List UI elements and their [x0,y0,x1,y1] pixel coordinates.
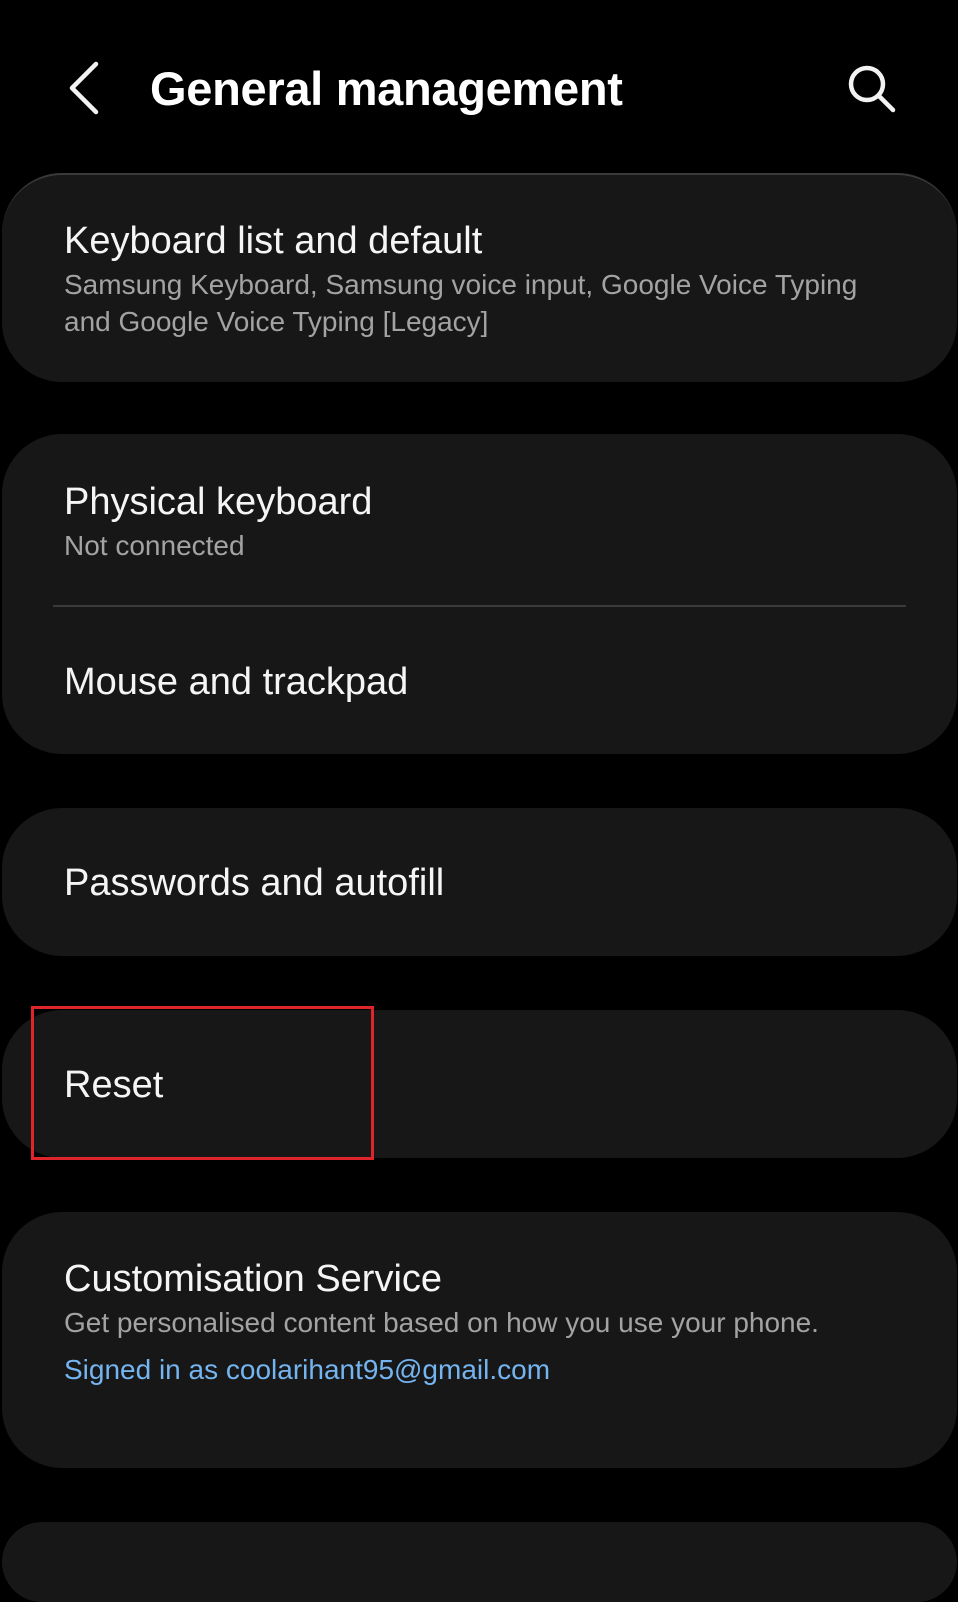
item-title: Keyboard list and default [64,220,483,262]
physical-keyboard-text: Physical keyboard Not connected [64,479,901,564]
item-title: Passwords and autofill [64,862,445,904]
chevron-left-icon [69,61,99,115]
item-title: Physical keyboard [64,481,373,523]
search-icon [848,65,896,113]
search-button[interactable] [836,56,908,122]
customisation-text: Customisation Service Get personalised c… [64,1256,901,1388]
list-item-physical-keyboard[interactable]: Physical keyboard Not connected [2,434,957,606]
item-subtitle: Not connected [64,530,245,561]
item-subtitle: Samsung Keyboard, Samsung voice input, G… [64,269,858,337]
item-subtitle: Get personalised content based on how yo… [64,1307,819,1338]
passwords-text: Passwords and autofill [64,860,901,906]
list-item-passwords-autofill[interactable]: Passwords and autofill [2,808,957,956]
back-button[interactable] [52,52,116,124]
list-item-keyboard-list[interactable]: Keyboard list and default Samsung Keyboa… [2,175,957,382]
settings-card-keyboard-list: Keyboard list and default Samsung Keyboa… [2,173,957,382]
settings-card-input-devices: Physical keyboard Not connected Mouse an… [2,434,957,754]
list-item-customisation-service[interactable]: Customisation Service Get personalised c… [2,1212,957,1468]
settings-card-next-partial [2,1522,957,1602]
mouse-trackpad-text: Mouse and trackpad [64,659,901,705]
settings-card-passwords: Passwords and autofill [2,808,957,956]
signed-in-account-link: Signed in as coolarihant95@gmail.com [64,1354,551,1385]
list-item-mouse-trackpad[interactable]: Mouse and trackpad [2,607,957,754]
item-title: Customisation Service [64,1258,443,1300]
keyboard-list-text: Keyboard list and default Samsung Keyboa… [64,218,901,340]
settings-card-customisation: Customisation Service Get personalised c… [2,1212,957,1468]
page-title: General management [150,62,623,115]
app-bar: General management [0,0,958,175]
item-title: Mouse and trackpad [64,661,409,703]
highlight-box-reset [31,1006,374,1160]
